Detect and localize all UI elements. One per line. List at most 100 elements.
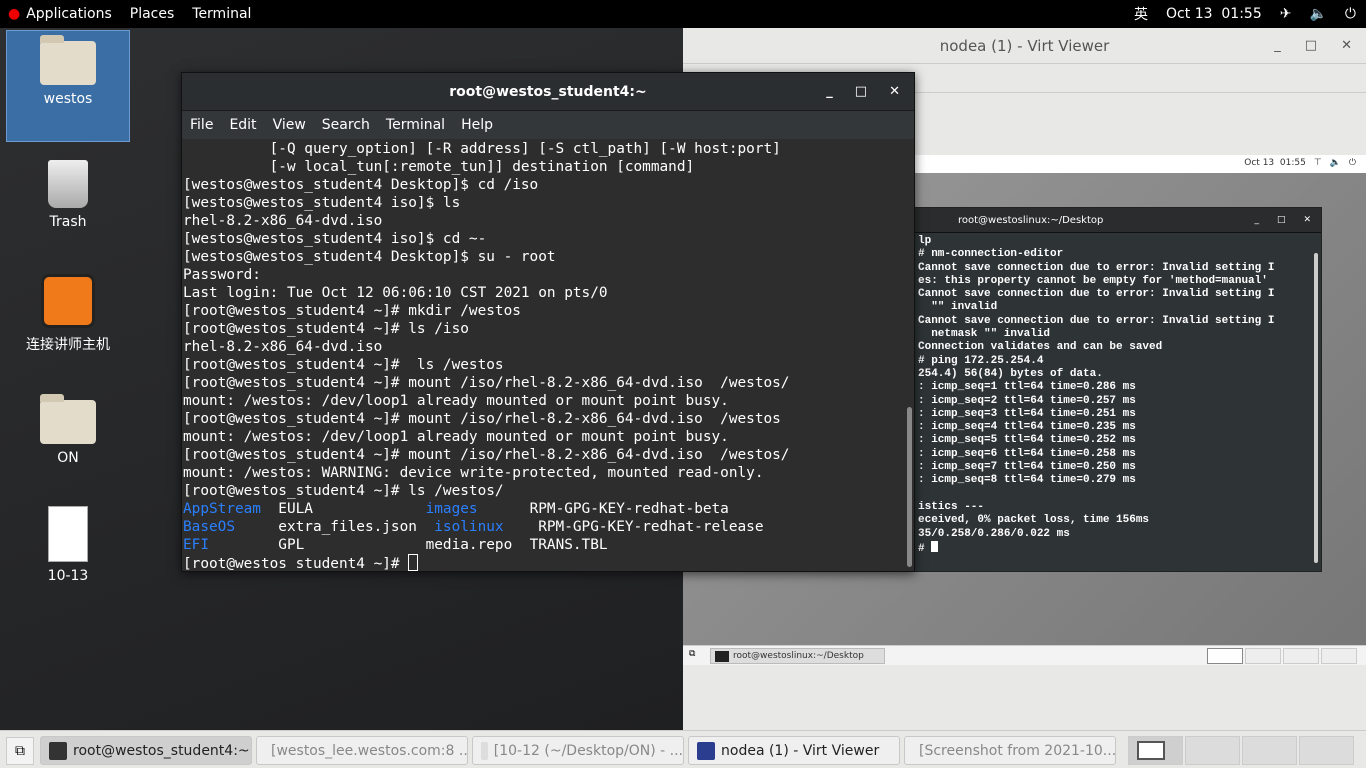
task-label: [10-12 (~/Desktop/ON) - ... [493, 742, 683, 759]
terminal-line: [westos@westos_student4 Desktop]$ su - r… [183, 249, 556, 265]
terminal-line: [-w local_tun[:remote_tun]] destination … [183, 159, 695, 175]
power-icon[interactable]: ⏻ [1349, 158, 1356, 168]
menu-file[interactable]: File [190, 117, 213, 133]
terminal-line: Cannot save connection due to error: Inv… [918, 288, 1275, 301]
task-label: root@westoslinux:~/Desktop [733, 651, 864, 661]
guest-task-terminal[interactable]: root@westoslinux:~/Desktop [710, 648, 885, 664]
terminal-line: [root@westos_student4 ~]# mount /iso/rhe… [183, 375, 790, 391]
guest-terminal-window[interactable]: root@westoslinux:~/Desktop _ □ ✕ lp # nm-co… [895, 207, 1322, 572]
task-label: nodea (1) - Virt Viewer [721, 742, 880, 759]
directory-name: isolinux [434, 519, 504, 535]
taskbar-item[interactable]: root@westos_student4:~ [40, 736, 252, 765]
power-icon[interactable]: ⏻ [1345, 6, 1356, 22]
terminal-line: : icmp_seq=5 ttl=64 time=0.252 ms [918, 434, 1136, 447]
window-title: nodea (1) - Virt Viewer [939, 36, 1110, 55]
terminal-output[interactable]: [-Q query_option] [-R address] [-S ctl_p… [182, 140, 904, 571]
desktop-icon-westos[interactable]: westos [6, 30, 130, 142]
menu-search[interactable]: Search [322, 117, 370, 133]
scrollbar[interactable] [904, 140, 914, 571]
window-title: root@westoslinux:~/Desktop [958, 214, 1104, 226]
show-desktop-icon[interactable]: ⧉ [689, 649, 695, 659]
taskbar-item[interactable]: [10-12 (~/Desktop/ON) - ... [472, 736, 684, 765]
show-desktop-icon[interactable]: ⧉ [6, 737, 34, 765]
menu-edit[interactable]: Edit [229, 117, 256, 133]
input-method-indicator[interactable]: 英 [1134, 4, 1148, 24]
network-icon[interactable]: ⊤ [1314, 158, 1322, 168]
window-title: root@westos_student4:~ [449, 83, 647, 100]
workspace-3[interactable] [1242, 736, 1297, 765]
workspace-1[interactable] [1207, 648, 1243, 664]
taskbar-item[interactable]: [Screenshot from 2021-10... [904, 736, 1116, 765]
menu-view[interactable]: View [273, 117, 306, 133]
terminal-line: : icmp_seq=8 ttl=64 time=0.279 ms [918, 474, 1136, 487]
desktop-icon-10-13[interactable]: 10-13 [6, 506, 130, 584]
workspace-4[interactable] [1321, 648, 1357, 664]
terminal-line: [root@westos_student4 ~]# mount /iso/rhe… [183, 447, 790, 463]
workspace-4[interactable] [1299, 736, 1354, 765]
terminal-line: lp [918, 235, 932, 247]
close-button[interactable]: ✕ [1341, 38, 1352, 53]
ls-output-row: AppStream EULA images RPM-GPG-KEY-redhat… [183, 500, 904, 518]
applications-menu[interactable]: Applications [26, 6, 112, 22]
volume-icon[interactable]: 🔈 [1330, 158, 1341, 168]
top-bar: ● Applications Places Terminal 英 Oct 13 … [0, 0, 1366, 28]
maximize-button[interactable]: □ [1277, 215, 1286, 225]
workspace-2[interactable] [1185, 736, 1240, 765]
volume-icon[interactable]: 🔈 [1309, 6, 1326, 22]
workspace-3[interactable] [1283, 648, 1319, 664]
file-name: media.repo TRANS.TBL [425, 537, 608, 553]
guest-taskbar: ⧉ root@westoslinux:~/Desktop [683, 645, 1366, 665]
minimize-button[interactable]: _ [1254, 215, 1259, 225]
task-label: root@westos_student4:~ [73, 742, 250, 759]
workspace-2[interactable] [1245, 648, 1281, 664]
file-name: GPL [209, 537, 426, 553]
terminal-line: Password: [183, 267, 261, 283]
terminal-menu[interactable]: Terminal [192, 6, 251, 22]
ls-output-row: EFI GPL media.repo TRANS.TBL [183, 536, 904, 554]
taskbar-item[interactable]: [westos_lee.westos.com:8 ... [256, 736, 468, 765]
menu-terminal[interactable]: Terminal [386, 117, 445, 133]
cursor [931, 540, 939, 552]
prompt: [root@westos_student4 ~]# [183, 556, 409, 571]
scrollbar[interactable] [1314, 253, 1318, 563]
terminal-line: mount: /westos: /dev/loop1 already mount… [183, 429, 729, 445]
terminal-line: mount: /westos: WARNING: device write-pr… [183, 465, 764, 481]
guest-terminal-output[interactable]: lp # nm-connection-editor Cannot save conn… [918, 235, 1313, 571]
icon-label: 连接讲师主机 [26, 337, 110, 353]
workspace-1[interactable] [1128, 736, 1183, 765]
home-folder-icon [40, 35, 96, 85]
close-button[interactable]: ✕ [889, 84, 900, 99]
ls-output-row: BaseOS extra_files.json isolinux RPM-GPG… [183, 518, 904, 536]
desktop-icon-launcher[interactable]: 连接讲师主机 [6, 272, 130, 354]
terminal-window[interactable]: root@westos_student4:~ _ □ ✕ File Edit Vie… [181, 72, 915, 572]
menu-help[interactable]: Help [461, 117, 493, 133]
task-label: [westos_lee.westos.com:8 ... [271, 742, 468, 759]
scrollbar-thumb[interactable] [907, 407, 912, 567]
taskbar-item[interactable]: nodea (1) - Virt Viewer [688, 736, 900, 765]
maximize-button[interactable]: □ [1305, 38, 1317, 53]
terminal-line: : icmp_seq=7 ttl=64 time=0.250 ms [918, 461, 1136, 474]
guest-clock[interactable]: Oct 13 01:55 [1244, 158, 1306, 168]
clock[interactable]: Oct 13 01:55 [1166, 6, 1262, 22]
terminal-line: istics --- [918, 500, 985, 513]
terminal-line: [root@westos_student4 ~]# mount /iso/rhe… [183, 411, 781, 427]
app-icon [697, 741, 715, 760]
icon-label: ON [57, 450, 79, 466]
desktop-icon-trash[interactable]: Trash [6, 156, 130, 230]
minimize-button[interactable]: _ [826, 84, 833, 99]
terminal-prompt-line[interactable]: # [918, 540, 1313, 556]
places-menu[interactable]: Places [130, 6, 175, 22]
terminal-line: : icmp_seq=3 ttl=64 time=0.251 ms [918, 407, 1136, 420]
airplane-icon[interactable]: ✈ [1280, 6, 1292, 22]
desktop-icon-on[interactable]: ON [6, 388, 130, 466]
minimize-button[interactable]: _ [1274, 38, 1281, 53]
maximize-button[interactable]: □ [855, 84, 867, 99]
file-name: RPM-GPG-KEY-redhat-release [503, 519, 764, 535]
close-button[interactable]: ✕ [1303, 215, 1311, 225]
terminal-line: Last login: Tue Oct 12 06:06:10 CST 2021… [183, 285, 608, 301]
terminal-prompt-line[interactable]: [root@westos_student4 ~]# [183, 554, 904, 571]
icon-label: 10-13 [47, 568, 89, 584]
terminal-line: # nm-connection-editor [918, 248, 1064, 261]
terminal-line: mount: /westos: /dev/loop1 already mount… [183, 393, 729, 409]
directory-name: AppStream [183, 501, 261, 517]
